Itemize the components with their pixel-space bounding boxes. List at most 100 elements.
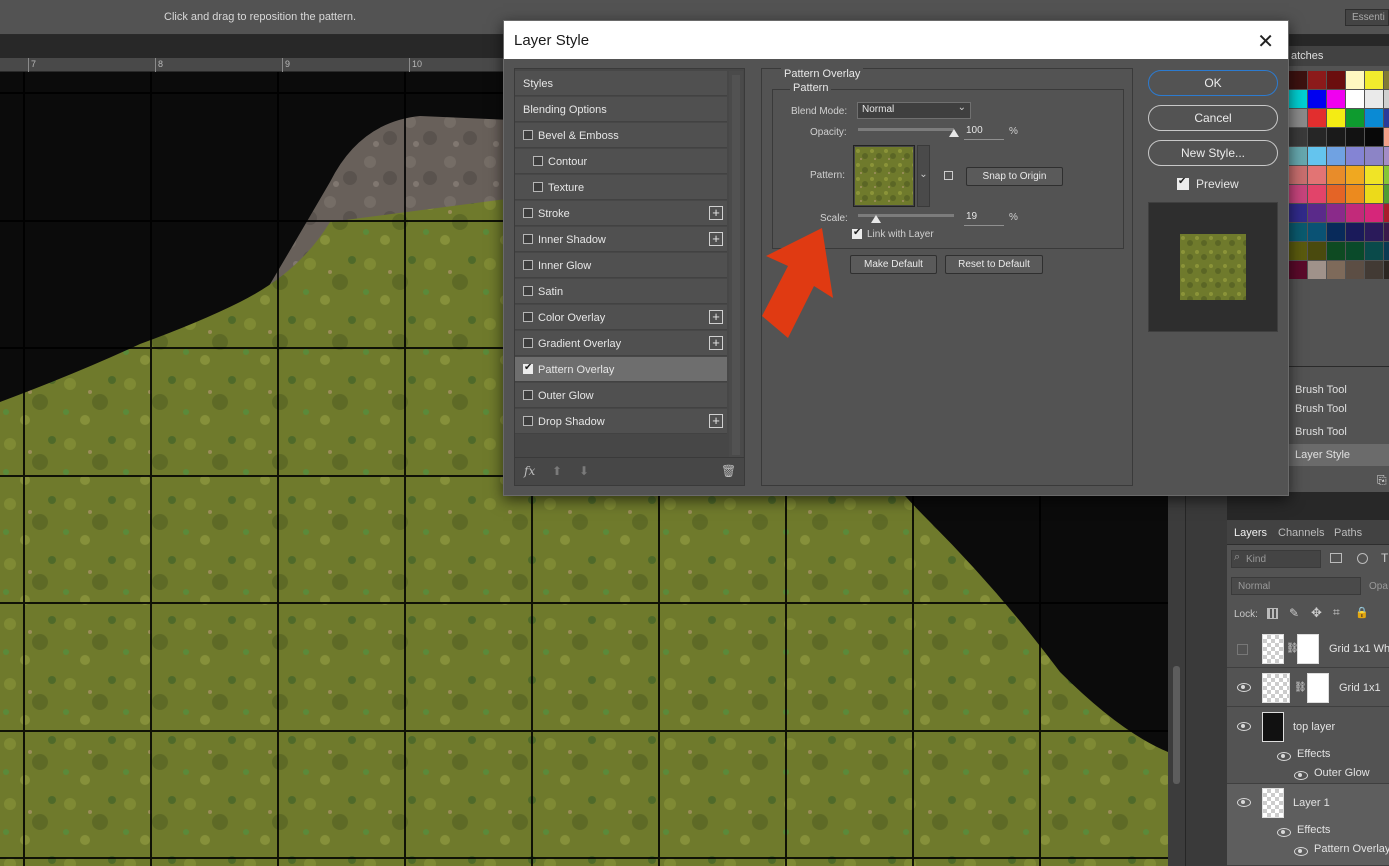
eye-icon[interactable]: [1237, 798, 1251, 807]
color-swatch[interactable]: [1346, 261, 1364, 279]
color-swatch[interactable]: [1327, 242, 1345, 260]
color-swatch[interactable]: [1346, 90, 1364, 108]
color-swatch[interactable]: [1365, 242, 1383, 260]
color-swatch[interactable]: [1365, 185, 1383, 203]
scale-slider-knob[interactable]: [871, 215, 882, 223]
color-swatch[interactable]: [1365, 90, 1383, 108]
cancel-button[interactable]: Cancel: [1148, 105, 1278, 131]
style-checkbox[interactable]: [523, 286, 533, 296]
effect-name[interactable]: Pattern Overlay: [1314, 843, 1389, 855]
add-effect-plus-icon[interactable]: +: [709, 310, 723, 324]
color-swatch[interactable]: [1289, 71, 1307, 89]
color-swatch[interactable]: [1308, 147, 1326, 165]
color-swatch[interactable]: [1346, 242, 1364, 260]
layer-name[interactable]: Grid 1x1 Whit: [1329, 643, 1389, 655]
reset-to-default-button[interactable]: Reset to Default: [945, 255, 1043, 274]
lock-artboard-icon[interactable]: ⌗: [1333, 605, 1340, 620]
color-swatch[interactable]: [1384, 109, 1389, 127]
color-swatch[interactable]: [1289, 128, 1307, 146]
style-item-bevel-emboss[interactable]: Bevel & Emboss: [515, 123, 727, 148]
color-swatch[interactable]: [1289, 261, 1307, 279]
opacity-slider-knob[interactable]: [949, 129, 959, 137]
style-item-inner-shadow[interactable]: Inner Shadow +: [515, 227, 727, 252]
style-checkbox[interactable]: [523, 234, 533, 244]
style-item-texture[interactable]: Texture: [515, 175, 727, 200]
eye-icon[interactable]: [1294, 771, 1308, 780]
color-swatch[interactable]: [1327, 204, 1345, 222]
image-filter-icon[interactable]: [1330, 553, 1342, 563]
lock-transparent-icon[interactable]: [1267, 608, 1278, 619]
color-swatch[interactable]: [1384, 71, 1389, 89]
style-item-drop-shadow[interactable]: Drop Shadow +: [515, 409, 727, 434]
style-checkbox[interactable]: [533, 156, 543, 166]
color-swatch[interactable]: [1308, 90, 1326, 108]
color-swatch[interactable]: [1384, 261, 1389, 279]
color-swatch[interactable]: [1327, 223, 1345, 241]
color-swatch[interactable]: [1346, 109, 1364, 127]
color-swatch[interactable]: [1384, 204, 1389, 222]
layer-row[interactable]: top layer Effects Outer Glow: [1227, 708, 1389, 784]
history-item[interactable]: Brush Tool: [1289, 398, 1389, 420]
layer-filter-kind[interactable]: Kind: [1231, 550, 1321, 568]
add-effect-plus-icon[interactable]: +: [709, 206, 723, 220]
color-swatch[interactable]: [1308, 204, 1326, 222]
color-swatch[interactable]: [1365, 109, 1383, 127]
blend-mode-select[interactable]: Normal ⌄: [857, 102, 971, 119]
color-swatch[interactable]: [1346, 147, 1364, 165]
style-checkbox[interactable]: [523, 312, 533, 322]
style-item-pattern-overlay[interactable]: Pattern Overlay: [515, 357, 727, 382]
color-swatch[interactable]: [1365, 147, 1383, 165]
lock-brush-icon[interactable]: ✎: [1289, 606, 1299, 620]
color-swatch[interactable]: [1346, 204, 1364, 222]
style-item-contour[interactable]: Contour: [515, 149, 727, 174]
style-item-inner-glow[interactable]: Inner Glow: [515, 253, 727, 278]
add-effect-plus-icon[interactable]: +: [709, 336, 723, 350]
color-swatch[interactable]: [1346, 166, 1364, 184]
layer-row-selected[interactable]: Layer 1 Effects Pattern Overlay: [1227, 784, 1389, 866]
eye-icon[interactable]: [1277, 828, 1291, 837]
color-swatch[interactable]: [1327, 128, 1345, 146]
color-swatch[interactable]: [1308, 128, 1326, 146]
link-with-layer-checkbox[interactable]: [852, 227, 862, 239]
color-swatch[interactable]: [1384, 128, 1389, 146]
visibility-toggle-off[interactable]: [1237, 644, 1248, 655]
color-swatch[interactable]: [1365, 71, 1383, 89]
eye-icon[interactable]: [1237, 722, 1251, 731]
style-checkbox[interactable]: [523, 390, 533, 400]
preview-checkbox[interactable]: [1177, 176, 1189, 190]
style-checkbox[interactable]: [533, 182, 543, 192]
color-swatch[interactable]: [1384, 223, 1389, 241]
type-filter-icon[interactable]: T: [1381, 551, 1388, 565]
opacity-slider[interactable]: [858, 128, 954, 131]
layer-name[interactable]: Layer 1: [1293, 797, 1330, 809]
layer-row[interactable]: ⛓ Grid 1x1: [1227, 669, 1389, 707]
styles-list-scrollbar[interactable]: [729, 71, 743, 457]
scale-input[interactable]: 19: [964, 211, 1004, 226]
history-item[interactable]: Brush Tool: [1289, 421, 1389, 443]
color-swatch[interactable]: [1327, 147, 1345, 165]
color-swatch[interactable]: [1289, 185, 1307, 203]
adjustment-filter-icon[interactable]: [1357, 553, 1368, 564]
color-swatch[interactable]: [1384, 185, 1389, 203]
style-item-gradient-overlay[interactable]: Gradient Overlay +: [515, 331, 727, 356]
new-snapshot-icon[interactable]: ⎘: [1377, 473, 1387, 488]
color-swatch[interactable]: [1365, 223, 1383, 241]
color-swatch[interactable]: [1365, 128, 1383, 146]
color-swatch[interactable]: [1289, 166, 1307, 184]
color-swatch[interactable]: [1346, 71, 1364, 89]
style-checkbox[interactable]: [523, 338, 533, 348]
style-item-blending-options[interactable]: Blending Options: [515, 97, 727, 122]
color-swatch[interactable]: [1384, 166, 1389, 184]
color-swatch[interactable]: [1327, 166, 1345, 184]
color-swatch[interactable]: [1327, 90, 1345, 108]
swatches-tab[interactable]: atches: [1289, 46, 1389, 66]
color-swatch[interactable]: [1289, 242, 1307, 260]
move-up-icon[interactable]: ⬆: [552, 464, 562, 478]
style-checkbox[interactable]: [523, 416, 533, 426]
color-swatch[interactable]: [1327, 109, 1345, 127]
tab-paths[interactable]: Paths: [1334, 527, 1362, 539]
color-swatch[interactable]: [1289, 147, 1307, 165]
opacity-input[interactable]: 100: [964, 125, 1004, 140]
style-checkbox[interactable]: [523, 208, 533, 218]
style-item-outer-glow[interactable]: Outer Glow: [515, 383, 727, 408]
